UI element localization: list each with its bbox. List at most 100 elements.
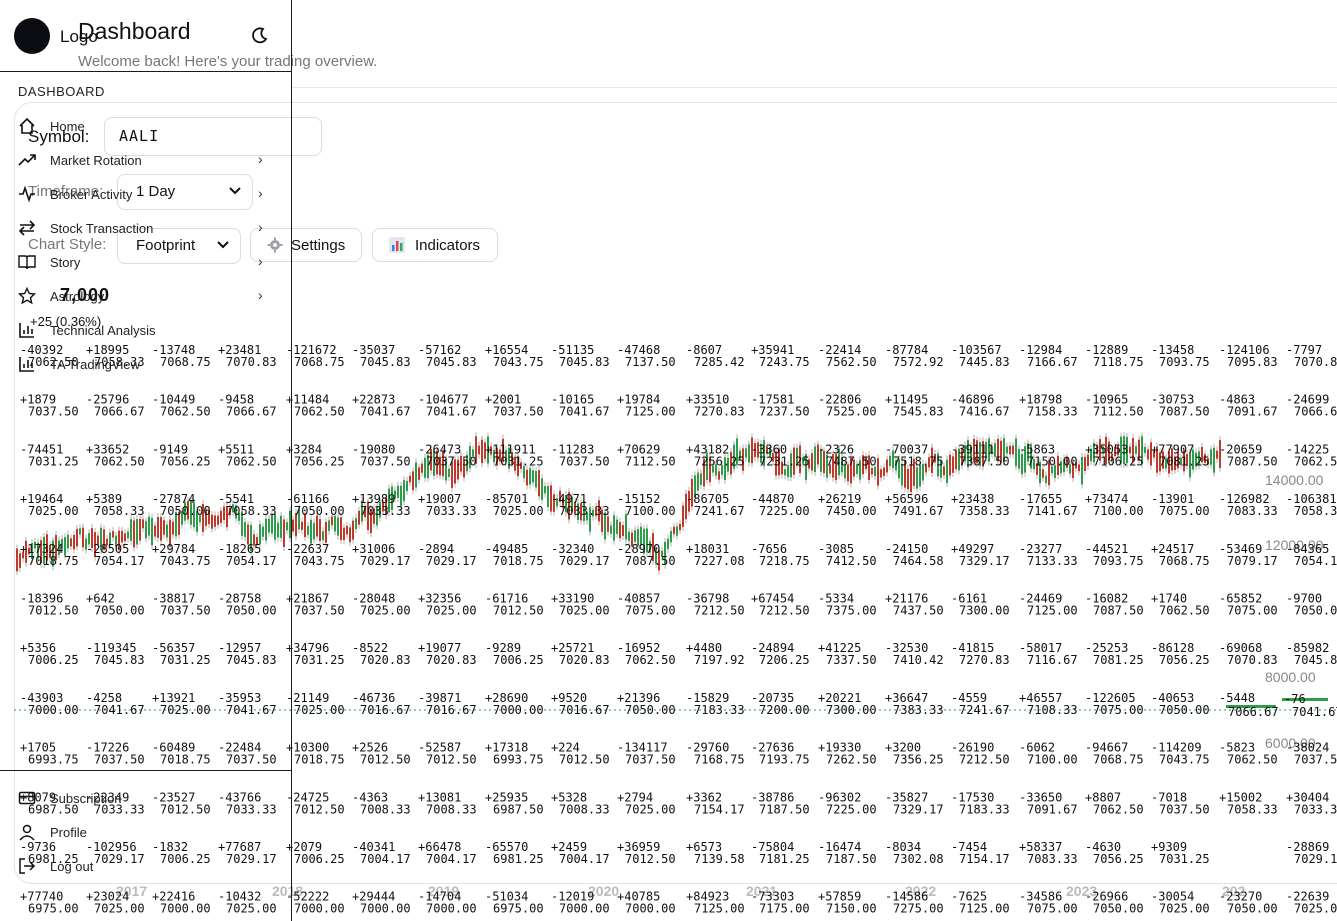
candle-body — [1006, 446, 1008, 454]
footprint-price: 7302.08 — [893, 852, 944, 866]
sidebar-item-market-rotation[interactable]: Market Rotation › — [0, 145, 291, 175]
sidebar-divider — [0, 770, 291, 771]
footprint-price: 7004.17 — [360, 852, 411, 866]
footprint-price: 7183.33 — [959, 802, 1010, 816]
footprint-price: 7031.25 — [493, 454, 544, 468]
footprint-price: 7270.83 — [694, 405, 745, 419]
candle-body — [325, 521, 327, 543]
sidebar-item-log-out[interactable]: Log out — [0, 851, 291, 881]
candle-body — [1213, 447, 1215, 473]
candle-body — [541, 478, 543, 500]
nav-label: Broker Activity — [50, 187, 133, 202]
candle-body — [784, 469, 786, 476]
sidebar-item-stock-transaction[interactable]: Stock Transaction › — [0, 213, 291, 243]
footprint-price: 7187.50 — [826, 852, 877, 866]
footprint-price: 7062.50 — [1227, 753, 1278, 767]
sidebar-item-profile[interactable]: Profile — [0, 817, 291, 847]
candle-body — [916, 467, 918, 489]
sidebar-item-story[interactable]: Story › — [0, 247, 291, 277]
footprint-price: 7212.50 — [759, 604, 810, 618]
footprint-price: 7068.75 — [1159, 554, 1210, 568]
footprint-price: 7358.33 — [959, 504, 1010, 518]
footprint-price: 7000.00 — [493, 703, 544, 717]
footprint-price: 7225.00 — [826, 802, 877, 816]
footprint-price: 7029.17 — [360, 554, 411, 568]
footprint-price: 7212.50 — [959, 753, 1010, 767]
footprint-price: 7168.75 — [694, 753, 745, 767]
footprint-price: 7225.00 — [759, 504, 810, 518]
footprint-price: 7193.75 — [759, 753, 810, 767]
footprint-price: 7329.17 — [893, 802, 944, 816]
footprint-price: 7062.50 — [294, 405, 345, 419]
book-icon — [18, 255, 36, 270]
candle-body — [697, 472, 699, 491]
nav-label: Market Rotation — [50, 153, 142, 168]
footprint-price: 7075.00 — [1093, 703, 1144, 717]
candle-body — [679, 523, 681, 531]
sidebar-item-technical-analysis[interactable]: Technical Analysis — [0, 315, 291, 345]
candle-body — [682, 505, 684, 527]
candle-body — [346, 525, 348, 535]
moon-icon[interactable] — [249, 26, 269, 46]
candle-body — [349, 527, 351, 543]
footprint-price: 7108.33 — [1027, 703, 1078, 717]
footprint-price: 7029.17 — [559, 554, 610, 568]
footprint-price: 7016.67 — [360, 703, 411, 717]
indicators-button[interactable]: Indicators — [372, 228, 498, 262]
footprint-price: 7000.00 — [294, 902, 345, 916]
candle-body — [1147, 449, 1149, 460]
chevron-right-icon: › — [258, 219, 263, 235]
footprint-price: 7181.25 — [759, 852, 810, 866]
candle-body — [397, 485, 399, 498]
sidebar-item-ta-tradingview[interactable]: TA TradingView — [0, 349, 291, 379]
candle-body — [418, 467, 420, 480]
footprint-price: 7025.00 — [625, 802, 676, 816]
footprint-price: 7012.50 — [559, 753, 610, 767]
candle-body — [1084, 456, 1086, 471]
sidebar-item-home[interactable]: Home — [0, 111, 291, 141]
footprint-price: 7125.00 — [625, 405, 676, 419]
footprint-price: 7075.00 — [1159, 504, 1210, 518]
footprint-price: 7329.17 — [959, 554, 1010, 568]
footprint-price: 7062.50 — [1159, 604, 1210, 618]
footprint-price: 7300.00 — [826, 703, 877, 717]
logo-mark — [14, 18, 50, 54]
logo-text: Logo — [60, 27, 98, 46]
candle-body — [1045, 475, 1047, 484]
star-icon — [18, 287, 36, 305]
footprint-price: 7025.00 — [1159, 902, 1210, 916]
candle-body — [400, 485, 402, 506]
footprint-price: 7275.00 — [893, 902, 944, 916]
footprint-price: 7337.50 — [826, 653, 877, 667]
candle-body — [628, 531, 630, 541]
chevron-right-icon: › — [258, 253, 263, 269]
sidebar-item-subscription[interactable]: Subscription — [0, 783, 291, 813]
footprint-price: 7008.33 — [360, 802, 411, 816]
candle-body — [313, 523, 315, 540]
footprint-price: 7095.83 — [1227, 355, 1278, 369]
footprint-price: 6993.75 — [493, 753, 544, 767]
candle-body — [907, 468, 909, 490]
footprint-price: 7300.00 — [959, 604, 1010, 618]
footprint-price: 7045.83 — [360, 355, 411, 369]
footprint-price: 7227.08 — [694, 554, 745, 568]
footprint-price: 7154.17 — [959, 852, 1010, 866]
footprint-price: 7006.25 — [294, 852, 345, 866]
footprint-price: 7016.67 — [559, 703, 610, 717]
footprint-price: 7525.00 — [826, 405, 877, 419]
footprint-price: 7056.25 — [294, 454, 345, 468]
footprint-price: 7062.50 — [1093, 802, 1144, 816]
candle-body — [616, 519, 618, 534]
footprint-price: 7037.50 — [559, 454, 610, 468]
candle-body — [871, 467, 873, 475]
nav-label: Home — [50, 119, 85, 134]
footprint-price: 7062.50 — [625, 653, 676, 667]
candle-body — [1216, 450, 1218, 459]
candle-body — [319, 519, 321, 542]
sidebar-item-broker-activity[interactable]: Broker Activity › — [0, 179, 291, 209]
section-label: DASHBOARD — [18, 84, 105, 99]
card-icon — [18, 791, 36, 805]
footprint-price: 7045.83 — [559, 355, 610, 369]
sidebar-item-astrology[interactable]: Astrology › — [0, 281, 291, 311]
footprint-price: 7183.33 — [694, 703, 745, 717]
